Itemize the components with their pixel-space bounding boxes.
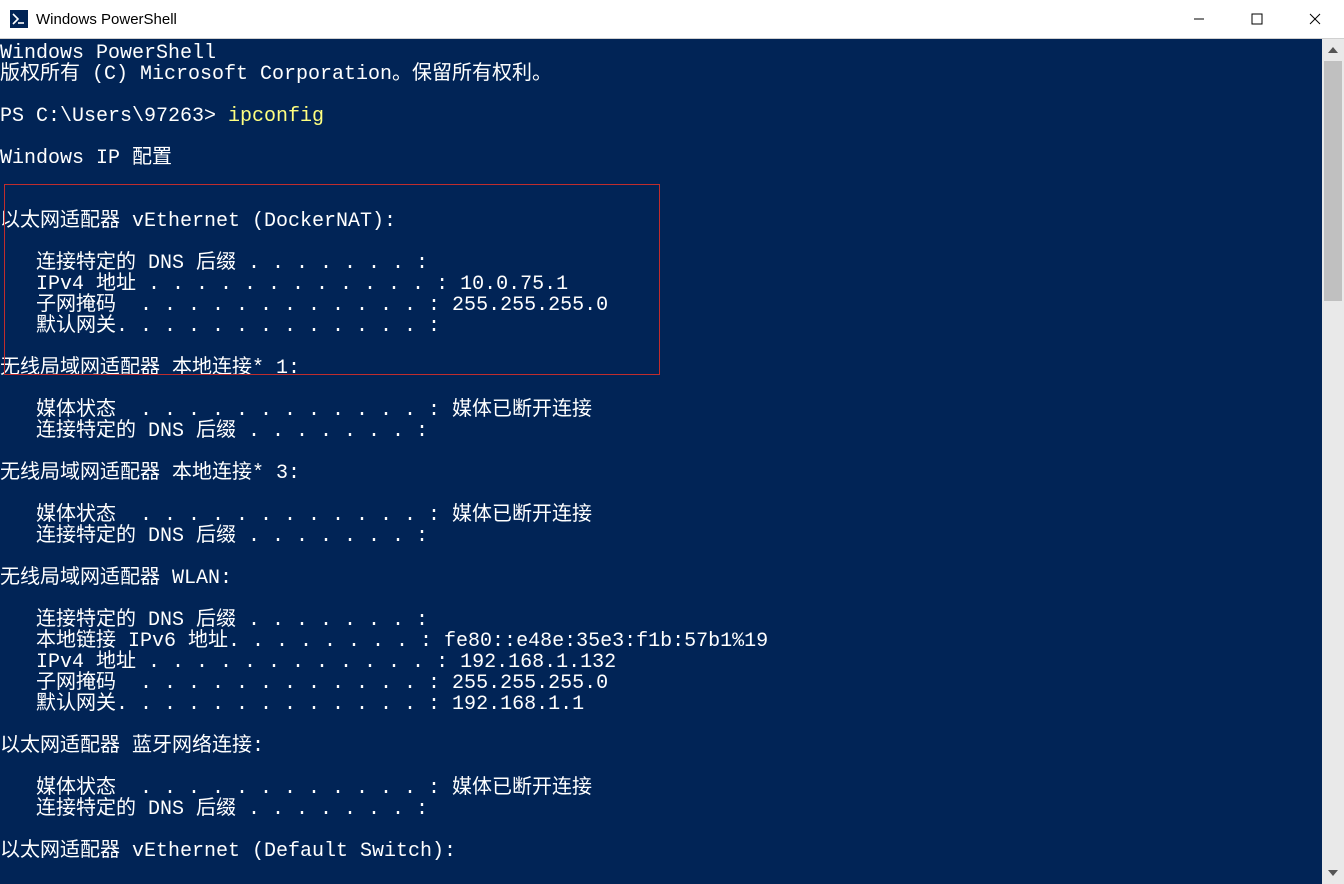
window-title: Windows PowerShell bbox=[36, 11, 177, 28]
terminal-output[interactable]: Windows PowerShell 版权所有 (C) Microsoft Co… bbox=[0, 39, 1322, 884]
scrollbar-track[interactable] bbox=[1322, 61, 1344, 862]
app-window: Windows PowerShell Windows PowerShell 版权… bbox=[0, 0, 1344, 884]
close-button[interactable] bbox=[1286, 0, 1344, 38]
titlebar: Windows PowerShell bbox=[0, 0, 1344, 39]
scrollbar-thumb[interactable] bbox=[1324, 61, 1342, 301]
scroll-down-button[interactable] bbox=[1322, 862, 1344, 884]
powershell-icon bbox=[10, 10, 28, 28]
minimize-button[interactable] bbox=[1170, 0, 1228, 38]
scroll-up-button[interactable] bbox=[1322, 39, 1344, 61]
maximize-button[interactable] bbox=[1228, 0, 1286, 38]
terminal-wrap: Windows PowerShell 版权所有 (C) Microsoft Co… bbox=[0, 39, 1344, 884]
vertical-scrollbar[interactable] bbox=[1322, 39, 1344, 884]
